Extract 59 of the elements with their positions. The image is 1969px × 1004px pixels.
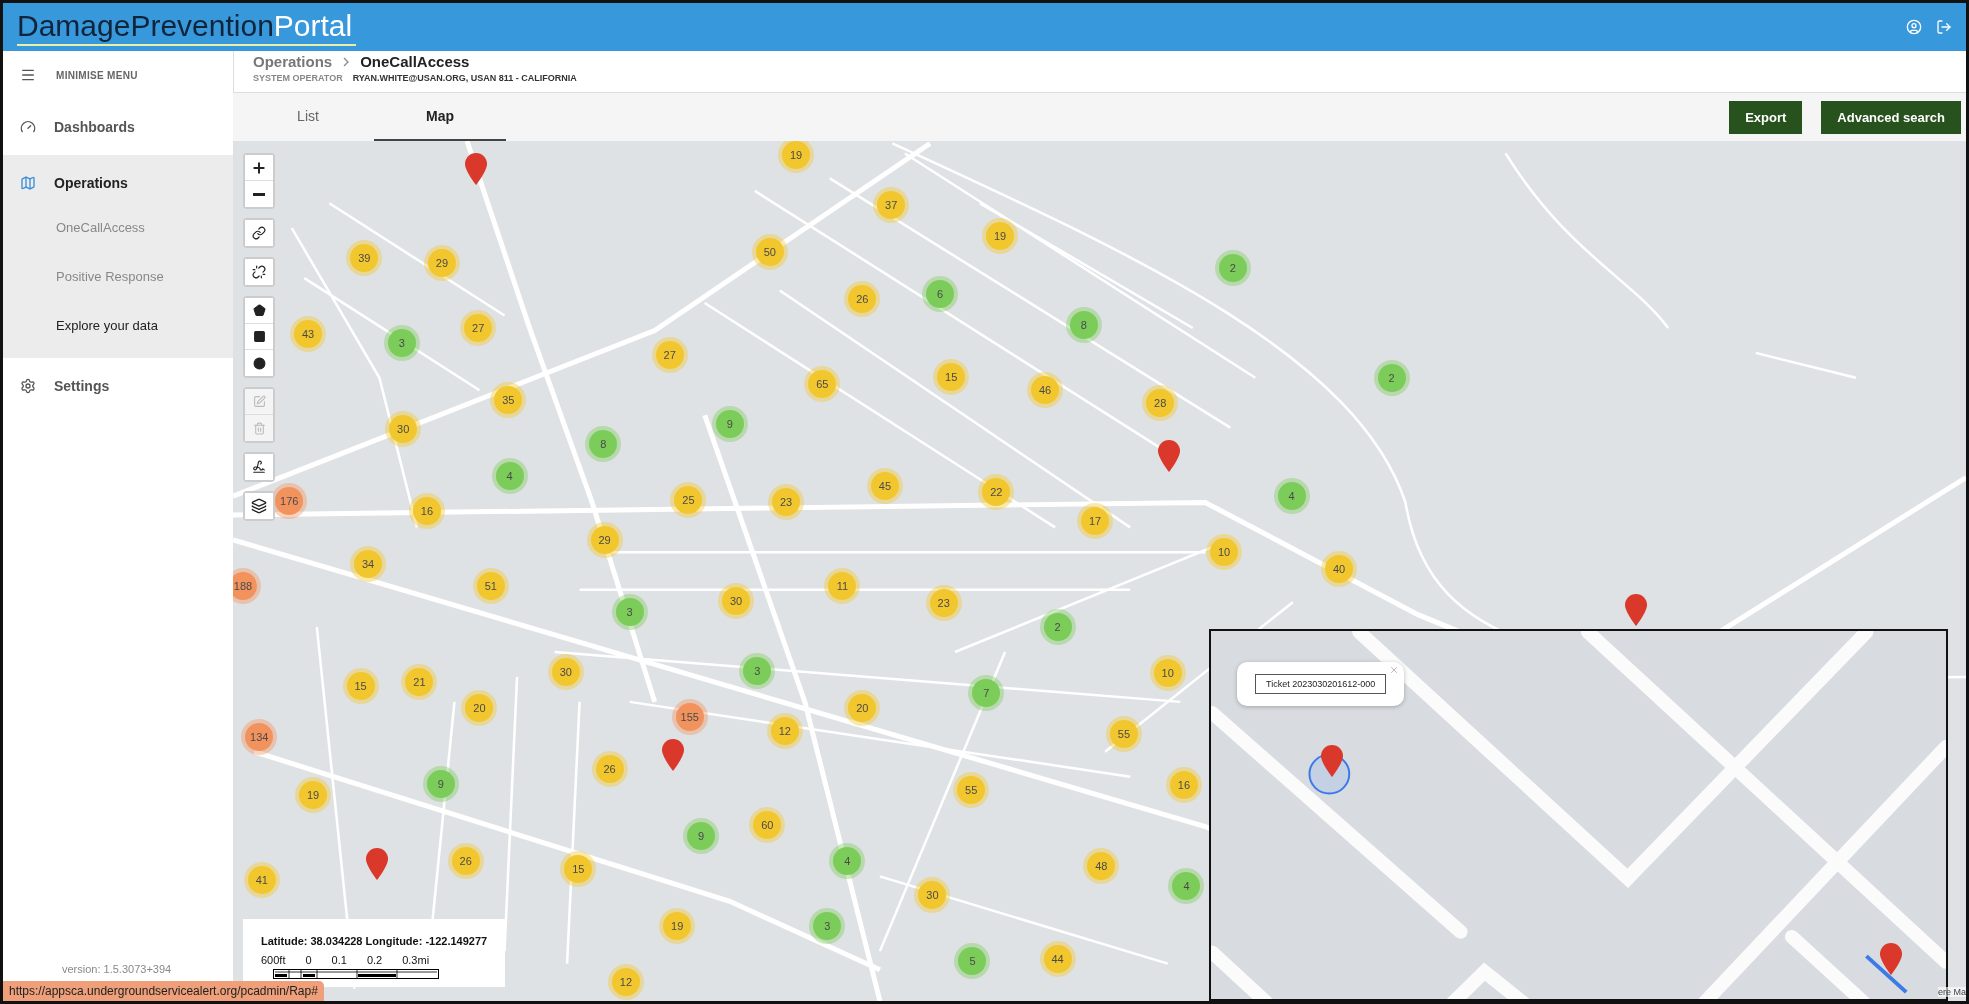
- layers-icon: [251, 498, 267, 514]
- unlink-button[interactable]: [245, 259, 273, 285]
- nav-label: Operations: [54, 175, 128, 191]
- nav-item[interactable]: Dashboards: [3, 107, 233, 147]
- link-icon: [252, 226, 266, 240]
- portal-logo: DamagePreventionPortal: [17, 8, 357, 46]
- operator-label: SYSTEM OPERATOR: [253, 73, 343, 83]
- link-button[interactable]: [245, 220, 273, 246]
- zoom-in-button[interactable]: [245, 155, 273, 181]
- plus-icon: [251, 159, 267, 176]
- signature-icon: [252, 460, 266, 474]
- square-icon: [252, 330, 266, 343]
- map-pin-icon[interactable]: [660, 737, 687, 772]
- operator-value: RYAN.WHITE@USAN.ORG, USAN 811 - CALIFORNIA: [352, 73, 577, 83]
- minimise-menu-link[interactable]: MINIMISE MENU: [56, 69, 138, 81]
- map-attribution: ere Ma: [1938, 987, 1966, 997]
- map-pin-icon[interactable]: [1622, 593, 1649, 628]
- circle-icon: [252, 356, 266, 370]
- trash-icon: [252, 421, 266, 435]
- pentagon-tool[interactable]: [245, 298, 273, 324]
- export-button[interactable]: Export: [1729, 100, 1803, 134]
- status-url: https://appsca.undergroundservicealert.org/pcadmin/Rap#: [3, 981, 324, 1001]
- nav-subitem[interactable]: Positive Response: [3, 252, 233, 301]
- nav-subitem[interactable]: Explore your data: [3, 301, 233, 350]
- gauge-icon: [20, 119, 36, 135]
- map-icon: [20, 175, 36, 191]
- nav-item[interactable]: Operations: [3, 163, 233, 203]
- breadcrumb-link[interactable]: Operations: [253, 53, 333, 70]
- chevron-icon: [342, 56, 351, 67]
- signature-button[interactable]: [245, 454, 273, 480]
- edit-icon: [252, 395, 266, 408]
- unlink-icon: [252, 265, 266, 279]
- advanced-search-button[interactable]: Advanced search: [1821, 100, 1961, 134]
- map-pin-icon[interactable]: [1319, 744, 1345, 778]
- ticket-field[interactable]: Ticket 2023030201612-000: [1255, 674, 1387, 694]
- map-pin-icon[interactable]: [462, 151, 489, 186]
- menu-icon[interactable]: [20, 67, 36, 83]
- map-pin-icon[interactable]: [363, 847, 390, 882]
- view-tab[interactable]: List: [242, 93, 374, 141]
- nav-subitem[interactable]: OneCallAccess: [3, 203, 233, 252]
- page-title: OneCallAccess: [360, 53, 470, 70]
- minus-icon: [253, 192, 265, 196]
- scale-label: 600ft: [261, 954, 286, 966]
- nav-label: Dashboards: [54, 119, 135, 135]
- pentagon-icon: [252, 304, 266, 317]
- scale-label: 0: [305, 954, 312, 966]
- scale-label: 0.1: [331, 954, 347, 966]
- version-text: version: 1.5.3073+394: [62, 963, 172, 975]
- scale-label: 0.2: [366, 954, 383, 966]
- user-icon[interactable]: [1906, 19, 1922, 35]
- map-pin-icon[interactable]: [1155, 438, 1182, 473]
- layers-button[interactable]: [245, 493, 273, 519]
- nav-item[interactable]: Settings: [3, 366, 233, 406]
- map-pin-icon[interactable]: [1878, 942, 1904, 976]
- scale-label: 0.3mi: [402, 954, 430, 966]
- settings-icon: [20, 378, 36, 394]
- logout-icon[interactable]: [1936, 19, 1952, 35]
- coordinates-text: Latitude: 38.034228 Longitude: -122.149277: [261, 935, 488, 947]
- nav-label: Settings: [54, 378, 110, 394]
